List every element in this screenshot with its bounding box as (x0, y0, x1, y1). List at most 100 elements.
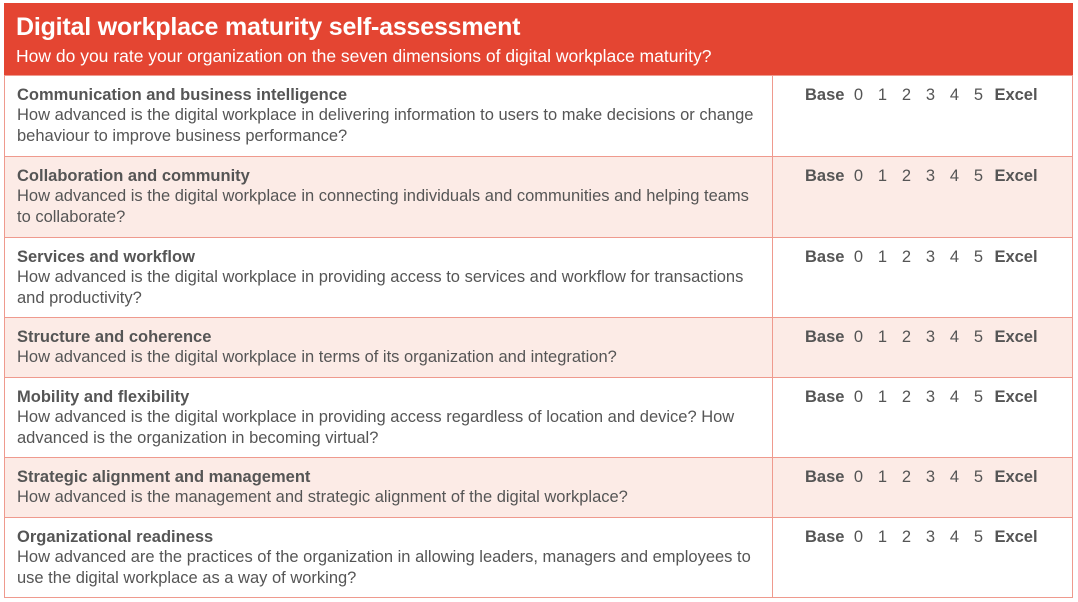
rating-option-2[interactable]: 2 (894, 247, 918, 267)
rating-option-2[interactable]: 2 (894, 387, 918, 407)
rating-option-4[interactable]: 4 (942, 85, 966, 105)
dimension-description: How advanced is the digital workplace in… (17, 408, 735, 447)
rating-option-0[interactable]: 0 (846, 247, 870, 267)
rating-option-4[interactable]: 4 (942, 327, 966, 347)
rating-option-0[interactable]: 0 (846, 166, 870, 186)
rating-option-5[interactable]: 5 (966, 166, 990, 186)
scale-low-label: Base (805, 468, 845, 486)
rating-option-3[interactable]: 3 (918, 327, 942, 347)
rating-scale-cell: Base 0 1 2 3 4 5 Excel (772, 237, 1073, 318)
dimension-row: Organizational readiness How advanced ar… (4, 517, 1073, 598)
dimension-cell: Communication and business intelligence … (4, 75, 773, 157)
rating-option-2[interactable]: 2 (894, 467, 918, 487)
rating-option-3[interactable]: 3 (918, 166, 942, 186)
dimension-description: How advanced are the practices of the or… (17, 548, 751, 587)
rating-scale-cell: Base 0 1 2 3 4 5 Excel (772, 156, 1073, 238)
rating-option-0[interactable]: 0 (846, 527, 870, 547)
rating-option-1[interactable]: 1 (870, 247, 894, 267)
rating-scale-cell: Base 0 1 2 3 4 5 Excel (772, 377, 1073, 458)
rating-option-1[interactable]: 1 (870, 327, 894, 347)
scale-low-label: Base (805, 528, 845, 546)
dimension-title: Structure and coherence (17, 328, 212, 346)
dimension-description: How advanced is the digital workplace in… (17, 106, 754, 145)
rating-option-2[interactable]: 2 (894, 85, 918, 105)
rating-option-3[interactable]: 3 (918, 247, 942, 267)
rating-option-1[interactable]: 1 (870, 467, 894, 487)
rating-option-4[interactable]: 4 (942, 467, 966, 487)
rating-scale: Base 0 1 2 3 4 5 Excel (805, 247, 1072, 267)
rating-scale: Base 0 1 2 3 4 5 Excel (805, 327, 1072, 347)
rating-option-5[interactable]: 5 (966, 527, 990, 547)
rating-option-2[interactable]: 2 (894, 527, 918, 547)
dimension-cell: Services and workflow How advanced is th… (4, 237, 773, 318)
dimension-title: Organizational readiness (17, 528, 214, 546)
page-subtitle: How do you rate your organization on the… (16, 46, 712, 66)
dimension-row: Services and workflow How advanced is th… (4, 237, 1073, 318)
rating-option-0[interactable]: 0 (846, 327, 870, 347)
rating-option-3[interactable]: 3 (918, 85, 942, 105)
rating-option-4[interactable]: 4 (942, 527, 966, 547)
dimension-title: Services and workflow (17, 248, 195, 266)
scale-high-label: Excel (994, 86, 1038, 104)
dimension-cell: Strategic alignment and management How a… (4, 457, 773, 518)
rating-option-5[interactable]: 5 (966, 85, 990, 105)
dimension-description: How advanced is the digital workplace in… (17, 268, 744, 307)
rating-scale-cell: Base 0 1 2 3 4 5 Excel (772, 517, 1073, 598)
assessment-table: Communication and business intelligence … (4, 75, 1073, 598)
rating-option-1[interactable]: 1 (870, 85, 894, 105)
scale-low-label: Base (805, 86, 845, 104)
scale-high-label: Excel (994, 167, 1038, 185)
rating-option-4[interactable]: 4 (942, 247, 966, 267)
dimension-title: Mobility and flexibility (17, 388, 190, 406)
rating-option-2[interactable]: 2 (894, 327, 918, 347)
rating-scale-cell: Base 0 1 2 3 4 5 Excel (772, 457, 1073, 518)
scale-low-label: Base (805, 328, 845, 346)
dimension-row: Structure and coherence How advanced is … (4, 317, 1073, 378)
dimension-cell: Organizational readiness How advanced ar… (4, 517, 773, 598)
rating-option-0[interactable]: 0 (846, 467, 870, 487)
scale-high-label: Excel (994, 528, 1038, 546)
rating-option-3[interactable]: 3 (918, 467, 942, 487)
rating-option-5[interactable]: 5 (966, 247, 990, 267)
scale-low-label: Base (805, 167, 845, 185)
dimension-cell: Structure and coherence How advanced is … (4, 317, 773, 378)
rating-option-0[interactable]: 0 (846, 387, 870, 407)
scale-low-label: Base (805, 248, 845, 266)
page-title: Digital workplace maturity self-assessme… (16, 13, 521, 41)
rating-option-1[interactable]: 1 (870, 527, 894, 547)
scale-high-label: Excel (994, 328, 1038, 346)
scale-high-label: Excel (994, 248, 1038, 266)
rating-scale: Base 0 1 2 3 4 5 Excel (805, 166, 1072, 186)
rating-option-5[interactable]: 5 (966, 327, 990, 347)
rating-scale-cell: Base 0 1 2 3 4 5 Excel (772, 75, 1073, 157)
dimension-cell: Collaboration and community How advanced… (4, 156, 773, 238)
rating-scale: Base 0 1 2 3 4 5 Excel (805, 387, 1072, 407)
assessment-sheet: Digital workplace maturity self-assessme… (4, 3, 1073, 598)
rating-scale: Base 0 1 2 3 4 5 Excel (805, 527, 1072, 547)
scale-low-label: Base (805, 388, 845, 406)
dimension-description: How advanced is the digital workplace in… (17, 348, 617, 366)
rating-option-3[interactable]: 3 (918, 387, 942, 407)
dimension-title: Collaboration and community (17, 167, 250, 185)
scale-high-label: Excel (994, 388, 1038, 406)
rating-option-3[interactable]: 3 (918, 527, 942, 547)
rating-scale: Base 0 1 2 3 4 5 Excel (805, 85, 1072, 105)
scale-high-label: Excel (994, 468, 1038, 486)
rating-scale: Base 0 1 2 3 4 5 Excel (805, 467, 1072, 487)
dimension-row: Strategic alignment and management How a… (4, 457, 1073, 518)
rating-option-4[interactable]: 4 (942, 166, 966, 186)
rating-option-1[interactable]: 1 (870, 387, 894, 407)
rating-option-1[interactable]: 1 (870, 166, 894, 186)
dimension-title: Strategic alignment and management (17, 468, 311, 486)
dimension-cell: Mobility and flexibility How advanced is… (4, 377, 773, 458)
dimension-row: Mobility and flexibility How advanced is… (4, 377, 1073, 458)
rating-option-2[interactable]: 2 (894, 166, 918, 186)
dimension-description: How advanced is the digital workplace in… (17, 187, 749, 226)
rating-option-0[interactable]: 0 (846, 85, 870, 105)
rating-option-4[interactable]: 4 (942, 387, 966, 407)
rating-option-5[interactable]: 5 (966, 387, 990, 407)
rating-option-5[interactable]: 5 (966, 467, 990, 487)
dimension-row: Collaboration and community How advanced… (4, 156, 1073, 238)
dimension-description: How advanced is the management and strat… (17, 488, 628, 506)
dimension-title: Communication and business intelligence (17, 86, 348, 104)
